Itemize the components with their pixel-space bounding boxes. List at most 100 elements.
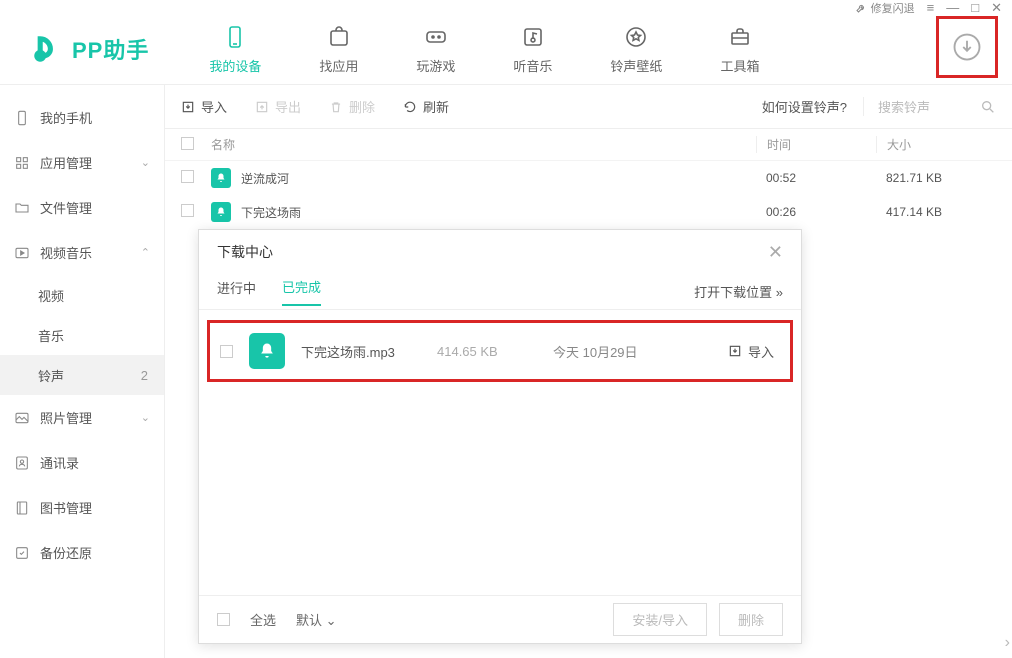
menu-icon[interactable]: ≡: [927, 0, 935, 16]
sidebar-label: 铃声: [38, 366, 64, 385]
modal-title: 下载中心: [217, 242, 273, 262]
tab-in-progress[interactable]: 进行中: [217, 278, 256, 305]
footer-default-dropdown[interactable]: 默认 ⌄: [296, 610, 337, 629]
import-icon: [181, 100, 195, 114]
row-time: 00:52: [756, 171, 876, 185]
nav-play-games[interactable]: 玩游戏: [416, 24, 455, 75]
nav-ringtone-wallpaper[interactable]: 铃声壁纸: [610, 24, 662, 75]
footer-select-all-label[interactable]: 全选: [250, 610, 276, 629]
phone-icon: [222, 24, 248, 50]
row-checkbox[interactable]: [181, 170, 194, 183]
toolbar-label: 导入: [201, 97, 227, 116]
sidebar-item-photo-mgmt[interactable]: 照片管理 ⌄: [0, 395, 164, 440]
col-size-header[interactable]: 大小: [876, 136, 996, 153]
select-all-checkbox[interactable]: [181, 137, 194, 150]
logo: PP助手: [30, 32, 149, 66]
footer-delete-button[interactable]: 删除: [719, 603, 783, 636]
sidebar-item-app-mgmt[interactable]: 应用管理 ⌄: [0, 140, 164, 185]
toolbar-import[interactable]: 导入: [181, 97, 227, 116]
grid-icon: [14, 155, 30, 171]
modal-header: 下载中心 ✕: [199, 230, 801, 274]
expand-panel-icon[interactable]: ›: [1005, 634, 1010, 652]
nav-label: 工具箱: [720, 56, 759, 75]
titlebar: 修复闪退 ≡ — □ ✕: [0, 0, 1012, 14]
sidebar-label: 应用管理: [40, 153, 92, 172]
download-center-modal: 下载中心 ✕ 进行中 已完成 打开下载位置 » 下完这场雨.mp3 414.65…: [198, 229, 802, 644]
toolbar-export[interactable]: 导出: [255, 97, 301, 116]
toolbox-icon: [727, 24, 753, 50]
sidebar-label: 图书管理: [40, 498, 92, 517]
col-name-header[interactable]: 名称: [211, 136, 756, 153]
toolbar-delete[interactable]: 删除: [329, 97, 375, 116]
sidebar-item-file-mgmt[interactable]: 文件管理: [0, 185, 164, 230]
sidebar-label: 照片管理: [40, 408, 92, 427]
sidebar-item-ringtone[interactable]: 铃声 2: [0, 355, 164, 395]
ringtone-count: 2: [141, 368, 148, 383]
modal-body: 下完这场雨.mp3 414.65 KB 今天 10月29日 导入: [199, 310, 801, 595]
sidebar-item-my-phone[interactable]: 我的手机: [0, 95, 164, 140]
repair-crash-label: 修复闪退: [871, 0, 915, 16]
nav-label: 玩游戏: [416, 56, 455, 75]
modal-close-icon[interactable]: ✕: [768, 242, 783, 263]
row-size: 417.14 KB: [876, 205, 996, 219]
bell-icon: [211, 202, 231, 222]
row-checkbox[interactable]: [181, 204, 194, 217]
footer-install-import-button[interactable]: 安装/导入: [613, 603, 707, 636]
download-item-name: 下完这场雨.mp3: [301, 342, 421, 361]
toolbar-label: 刷新: [423, 97, 449, 116]
minimize-icon[interactable]: —: [946, 0, 959, 16]
backup-icon: [14, 545, 30, 561]
maximize-icon[interactable]: □: [971, 0, 979, 16]
nav-toolbox[interactable]: 工具箱: [720, 24, 759, 75]
footer-select-all-checkbox[interactable]: [217, 613, 230, 626]
col-time-header[interactable]: 时间: [756, 136, 876, 153]
refresh-icon: [403, 100, 417, 114]
image-icon: [14, 410, 30, 426]
open-download-location[interactable]: 打开下载位置 »: [694, 282, 783, 301]
toolbar-label: 删除: [349, 97, 375, 116]
sidebar: 我的手机 应用管理 ⌄ 文件管理 视频音乐 ⌃ 视频 音乐 铃声 2 照片管理: [0, 85, 165, 658]
sidebar-item-video[interactable]: 视频: [0, 275, 164, 315]
row-name: 逆流成河: [241, 170, 289, 187]
download-item-import-button[interactable]: 导入: [728, 342, 774, 361]
list-row[interactable]: 下完这场雨 00:26 417.14 KB: [165, 195, 1012, 229]
download-item[interactable]: 下完这场雨.mp3 414.65 KB 今天 10月29日 导入: [216, 329, 784, 373]
gamepad-icon: [423, 24, 449, 50]
modal-footer: 全选 默认 ⌄ 安装/导入 删除: [199, 595, 801, 643]
repair-crash-button[interactable]: 修复闪退: [855, 0, 915, 16]
search-icon[interactable]: [980, 99, 996, 115]
sidebar-label: 视频音乐: [40, 243, 92, 262]
list-row[interactable]: 逆流成河 00:52 821.71 KB: [165, 161, 1012, 195]
chevron-down-icon: ⌄: [141, 156, 150, 169]
sidebar-item-book-mgmt[interactable]: 图书管理: [0, 485, 164, 530]
modal-tabs: 进行中 已完成 打开下载位置 »: [199, 274, 801, 310]
sidebar-item-backup[interactable]: 备份还原: [0, 530, 164, 575]
download-center-button[interactable]: [936, 16, 998, 78]
sidebar-item-contacts[interactable]: 通讯录: [0, 440, 164, 485]
tab-completed[interactable]: 已完成: [282, 277, 321, 306]
import-label: 导入: [748, 342, 774, 361]
logo-icon: [30, 32, 64, 66]
close-icon[interactable]: ✕: [991, 0, 1002, 16]
logo-text: PP助手: [72, 33, 149, 65]
music-note-icon: [520, 24, 546, 50]
howto-link[interactable]: 如何设置铃声?: [762, 97, 847, 116]
chevron-down-icon: ⌄: [141, 411, 150, 424]
download-item-size: 414.65 KB: [437, 344, 537, 359]
nav-my-device[interactable]: 我的设备: [209, 24, 261, 75]
nav-find-apps[interactable]: 找应用: [319, 24, 358, 75]
nav-listen-music[interactable]: 听音乐: [513, 24, 552, 75]
list-header: 名称 时间 大小: [165, 129, 1012, 161]
sidebar-item-music[interactable]: 音乐: [0, 315, 164, 355]
header: PP助手 我的设备 找应用 玩游戏 听音乐 铃声壁纸 工具箱: [0, 14, 1012, 84]
toolbar: 导入 导出 删除 刷新 如何设置铃声? 搜索铃声: [165, 85, 1012, 129]
download-item-checkbox[interactable]: [220, 345, 233, 358]
top-nav: 我的设备 找应用 玩游戏 听音乐 铃声壁纸 工具箱: [209, 24, 759, 75]
search-box[interactable]: 搜索铃声: [863, 97, 996, 116]
sidebar-label: 音乐: [38, 326, 64, 345]
download-item-highlighted: 下完这场雨.mp3 414.65 KB 今天 10月29日 导入: [207, 320, 793, 382]
sidebar-item-video-music[interactable]: 视频音乐 ⌃: [0, 230, 164, 275]
nav-label: 铃声壁纸: [610, 56, 662, 75]
sidebar-label: 通讯录: [40, 453, 79, 472]
toolbar-refresh[interactable]: 刷新: [403, 97, 449, 116]
